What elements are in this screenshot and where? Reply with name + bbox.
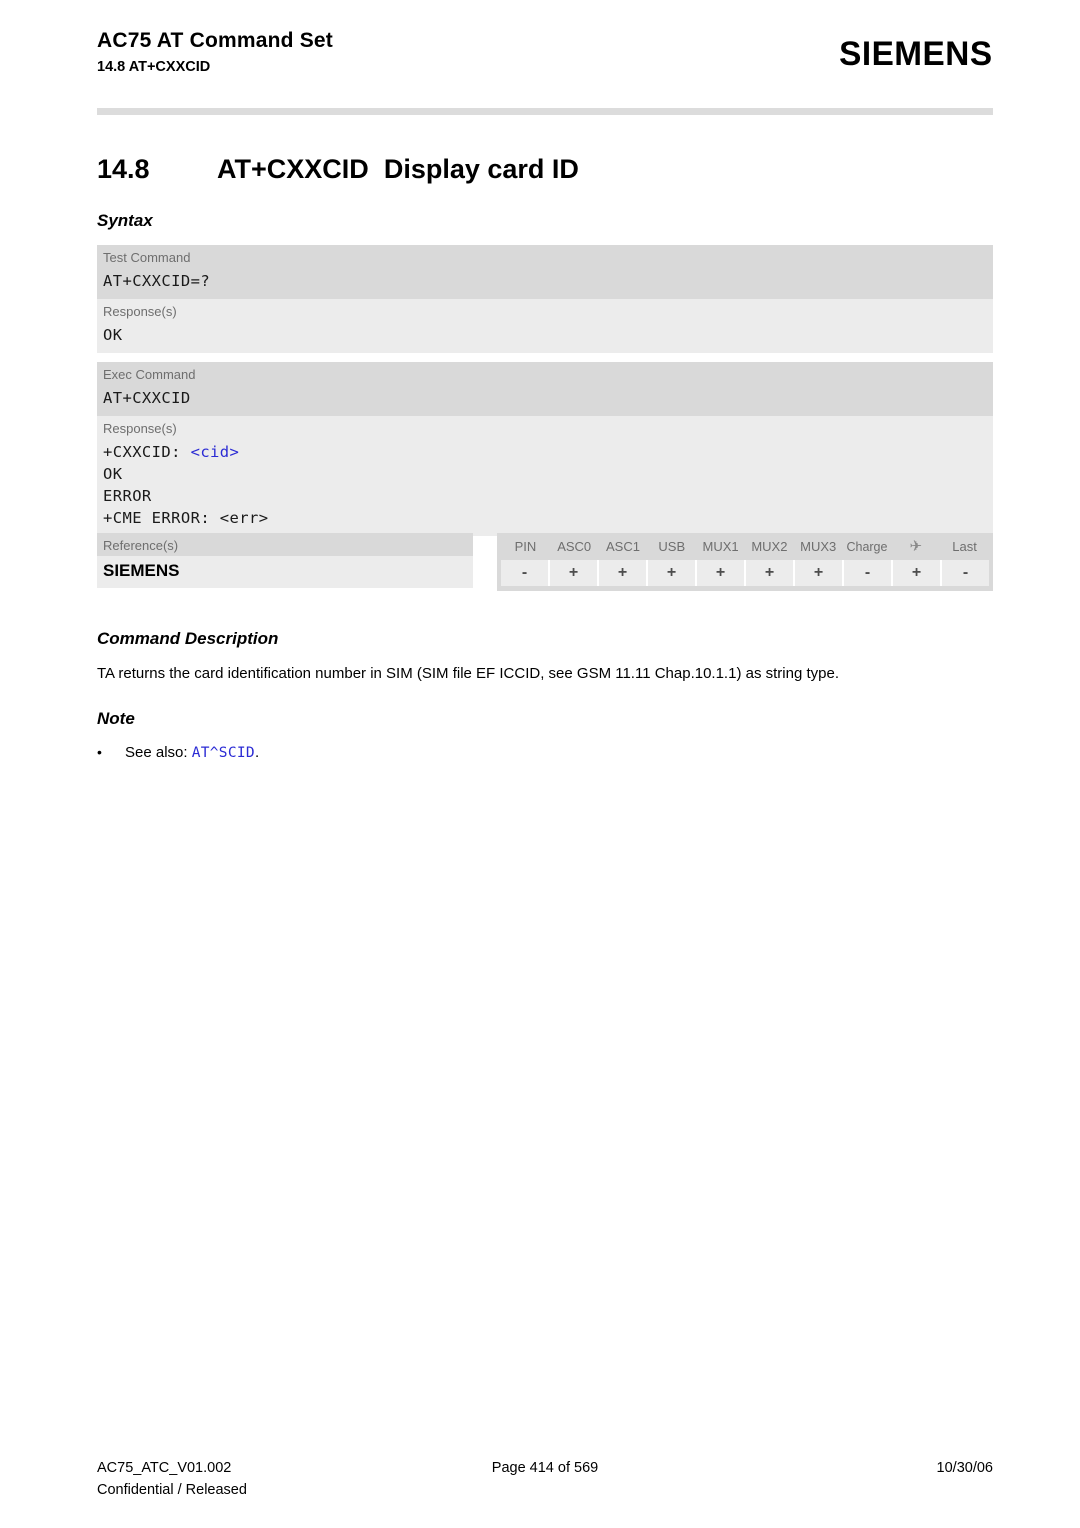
code-line: AT+CXXCID (103, 389, 191, 407)
command-label: Test Command (103, 250, 191, 265)
page-header: AC75 AT Command Set 14.8 AT+CXXCID SIEME… (97, 28, 993, 98)
code-line: OK (103, 465, 123, 483)
capability-column-mux3: MUX3 (800, 539, 837, 554)
page-title: 14.8 AT+CXXCID Display card ID (97, 152, 579, 186)
note-suffix: . (254, 744, 260, 761)
command-code: AT+CXXCID (97, 385, 993, 416)
heading-command-description: Command Description (97, 629, 279, 648)
document-page: AC75 AT Command Set 14.8 AT+CXXCID SIEME… (0, 0, 1080, 1528)
capability-value-mux3: + (795, 560, 844, 586)
capability-column-usb: USB (658, 539, 686, 554)
capability-value-airplane: + (893, 560, 942, 586)
capability-column-pin: PIN (514, 539, 537, 554)
response-section: Response(s) +CXXCID: <cid> OK ERROR +CME… (97, 416, 993, 536)
response-label: Response(s) (103, 304, 177, 319)
capability-value-mux1: + (697, 560, 746, 586)
capability-column-mux2: MUX2 (751, 539, 788, 554)
bullet-icon: • (97, 744, 102, 760)
section-number: 14.8 (97, 154, 150, 184)
header-divider (97, 108, 993, 115)
syntax-block-test-command: Test Command AT+CXXCID=? Response(s) OK (97, 245, 993, 353)
capability-matrix-header-row: PIN ASC0 ASC1 USB MUX1 MUX2 MUX3 Charge … (501, 536, 989, 560)
capability-value-last: - (962, 564, 969, 581)
command-section: Test Command AT+CXXCID=? (97, 245, 993, 299)
code-text: OK (103, 326, 123, 344)
footer-classification: Confidential / Released (97, 1482, 247, 1498)
note-prefix: See also: (125, 744, 192, 761)
code-line: +CME ERROR: <err> (103, 509, 269, 527)
section-command-description: Display card ID (383, 154, 579, 184)
capability-value-pin: - (501, 560, 550, 586)
response-label: Response(s) (103, 421, 177, 436)
command-code: AT+CXXCID=? (97, 268, 993, 299)
cross-reference-link-atscid[interactable]: AT^SCID (192, 745, 255, 761)
capability-column-charge: Charge (846, 540, 888, 554)
capability-value-usb: + (648, 560, 697, 586)
command-label: Exec Command (103, 367, 196, 382)
note-text: See also: AT^SCID. (125, 742, 259, 764)
capability-column-last: Last (952, 539, 977, 554)
parameter-link-cid[interactable]: <cid> (191, 443, 240, 461)
code-line: +CXXCID: <cid> (103, 441, 993, 463)
heading-syntax: Syntax (97, 211, 153, 230)
list-item: • See also: AT^SCID. (97, 741, 993, 764)
references-label-band: Reference(s) (97, 533, 473, 556)
footer-primary-line: AC75_ATC_V01.002 Page 414 of 569 10/30/0… (97, 1458, 993, 1479)
references-box: Reference(s) SIEMENS (97, 533, 473, 588)
siemens-logo: SIEMENS (839, 35, 993, 73)
code-line: AT+CXXCID=? (103, 272, 211, 290)
references-label: Reference(s) (103, 538, 179, 553)
section-command-name: AT+CXXCID (217, 154, 369, 184)
references-value: SIEMENS (97, 556, 473, 588)
command-description-text: TA returns the card identification numbe… (97, 665, 839, 682)
airplane-icon: ✈ (909, 538, 923, 555)
capability-value-mux2: + (746, 560, 795, 586)
response-code: +CXXCID: <cid> OK ERROR +CME ERROR: <err… (97, 439, 993, 536)
syntax-block-exec-command: Exec Command AT+CXXCID Response(s) +CXXC… (97, 362, 993, 536)
capability-matrix: PIN ASC0 ASC1 USB MUX1 MUX2 MUX3 Charge … (497, 533, 993, 591)
command-section: Exec Command AT+CXXCID (97, 362, 993, 416)
response-code: OK (97, 322, 993, 353)
page-footer: AC75_ATC_V01.002 Page 414 of 569 10/30/0… (97, 1458, 993, 1508)
capability-matrix-value-row: - + + + + + + - + - (501, 560, 989, 586)
capability-value-asc0: + (550, 560, 599, 586)
capability-column-asc0: ASC0 (557, 539, 592, 554)
references-and-capability-row: Reference(s) SIEMENS PIN ASC0 ASC1 USB M… (97, 533, 993, 593)
heading-note: Note (97, 709, 135, 728)
response-section: Response(s) OK (97, 299, 993, 353)
capability-column-mux1: MUX1 (702, 539, 739, 554)
capability-value-charge: - (844, 560, 893, 586)
code-line: OK (103, 324, 993, 346)
footer-page-number: Page 414 of 569 (491, 1460, 599, 1476)
footer-date: 10/30/06 (936, 1460, 993, 1476)
syntax-table: Test Command AT+CXXCID=? Response(s) OK … (97, 245, 993, 545)
code-line: ERROR (103, 487, 152, 505)
capability-value-asc1: + (599, 560, 648, 586)
note-list: • See also: AT^SCID. (97, 741, 993, 764)
code-text: +CXXCID: (103, 443, 191, 461)
capability-column-asc1: ASC1 (606, 539, 640, 554)
